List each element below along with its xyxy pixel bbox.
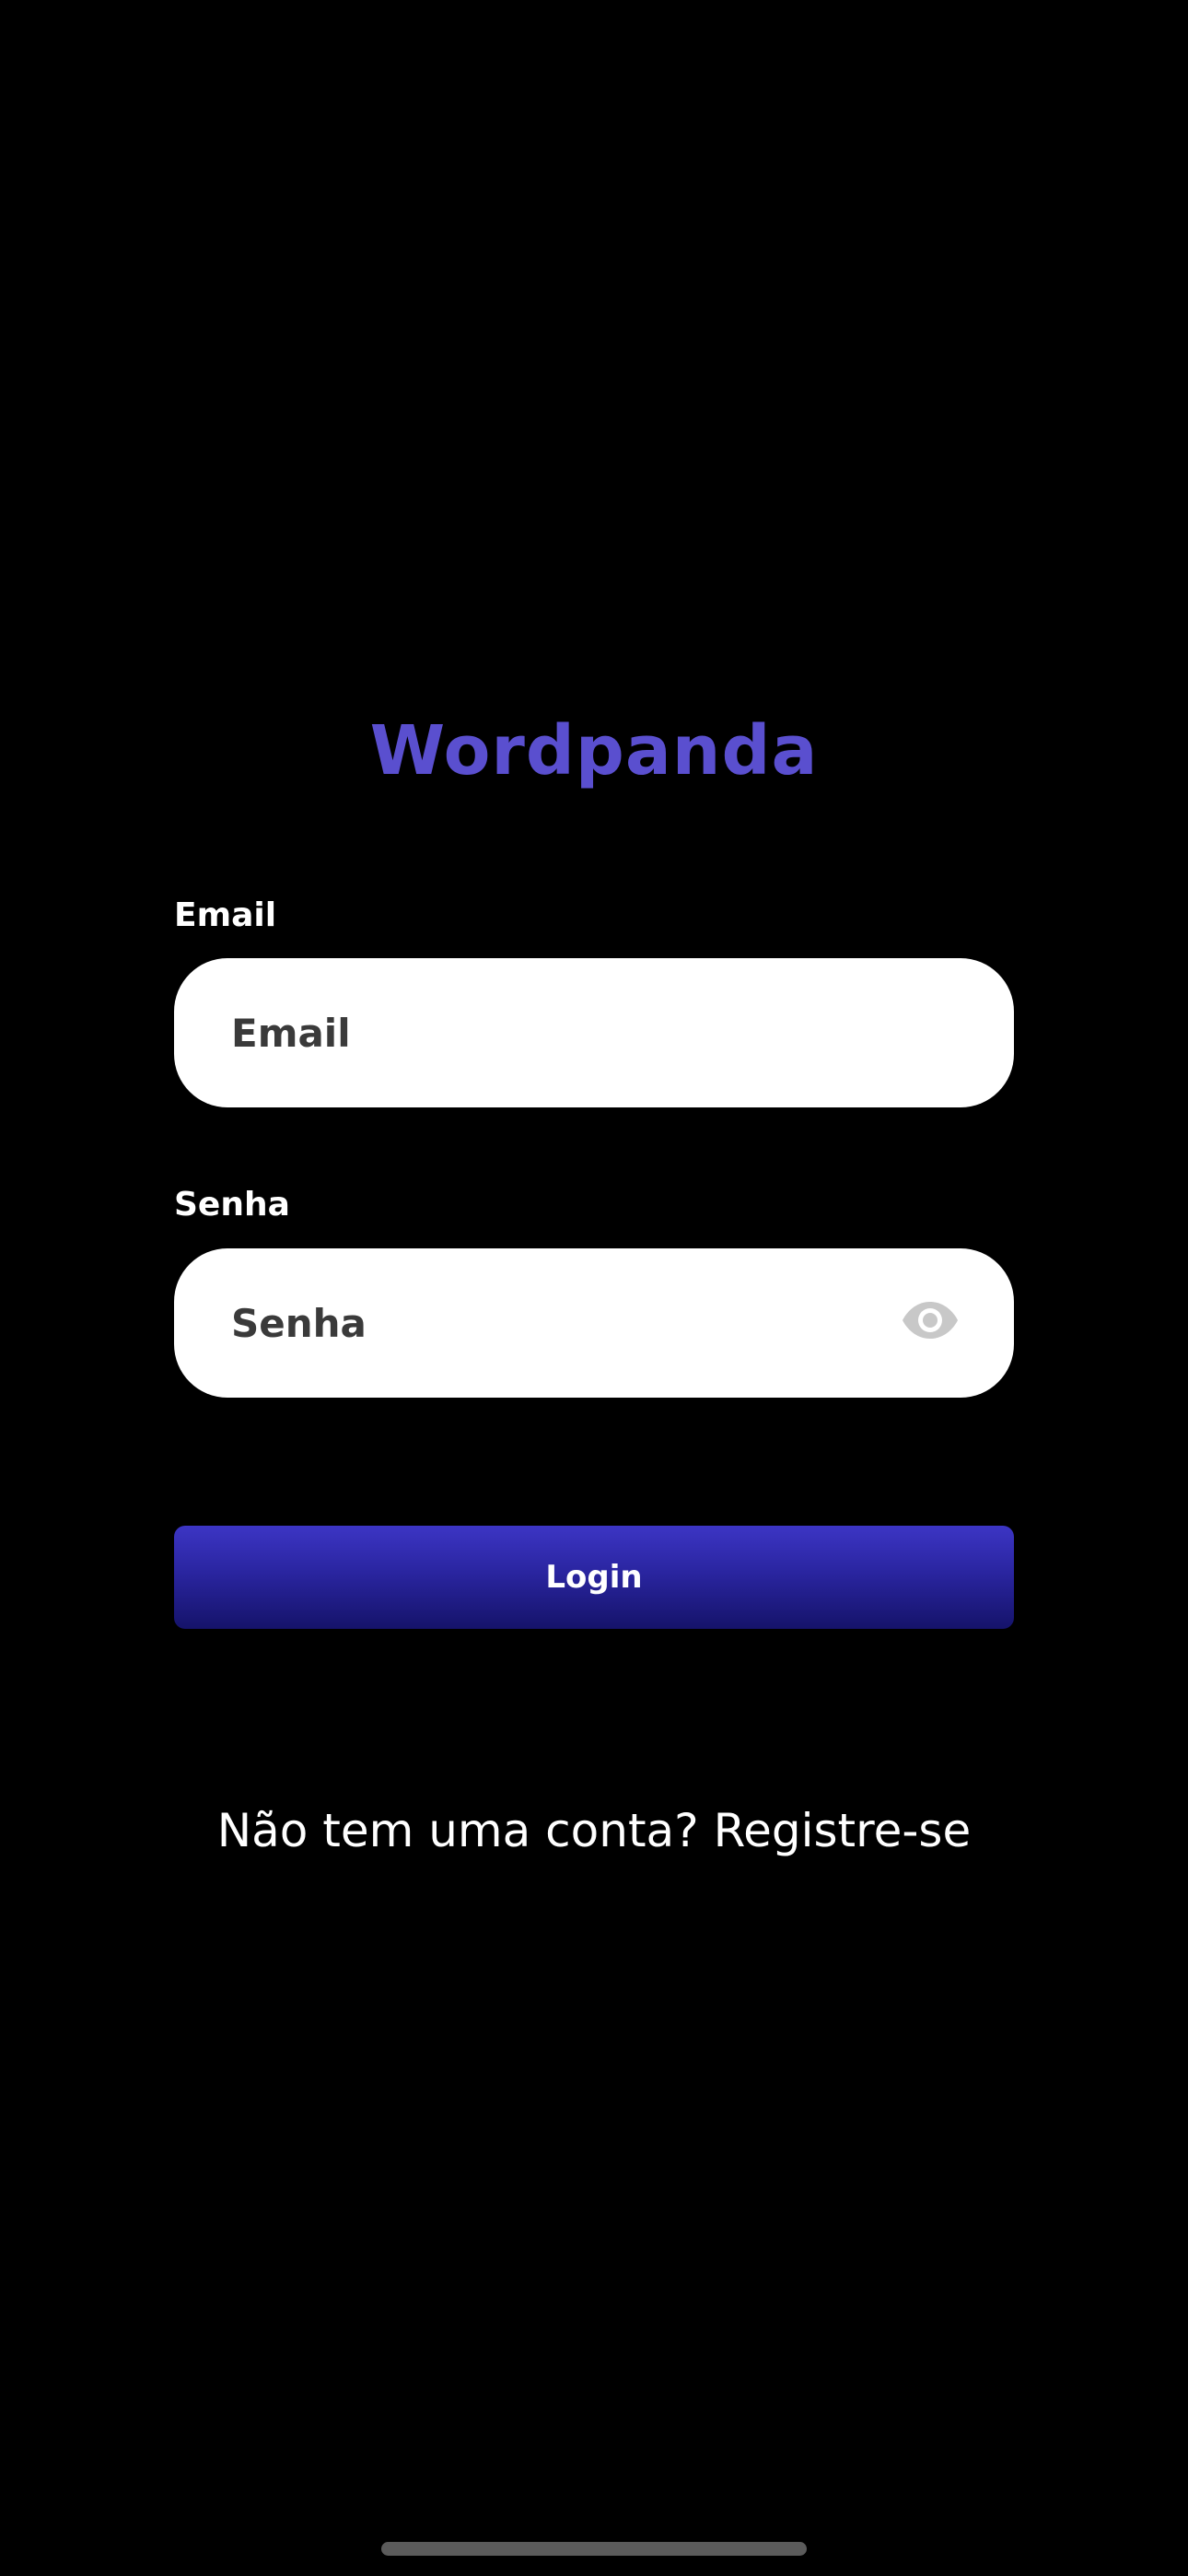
password-label: Senha [174, 1186, 290, 1224]
login-button[interactable]: Login [174, 1526, 1014, 1629]
password-input[interactable] [231, 1248, 931, 1398]
app-title: Wordpanda [369, 711, 819, 790]
eye-icon[interactable] [902, 1300, 959, 1341]
email-field-container [174, 958, 1014, 1107]
password-field-container [174, 1248, 1014, 1398]
email-label: Email [174, 896, 277, 934]
email-input[interactable] [231, 958, 931, 1107]
register-link[interactable]: Não tem uma conta? Registre-se [0, 1798, 1188, 1863]
home-indicator[interactable] [381, 2542, 807, 2556]
